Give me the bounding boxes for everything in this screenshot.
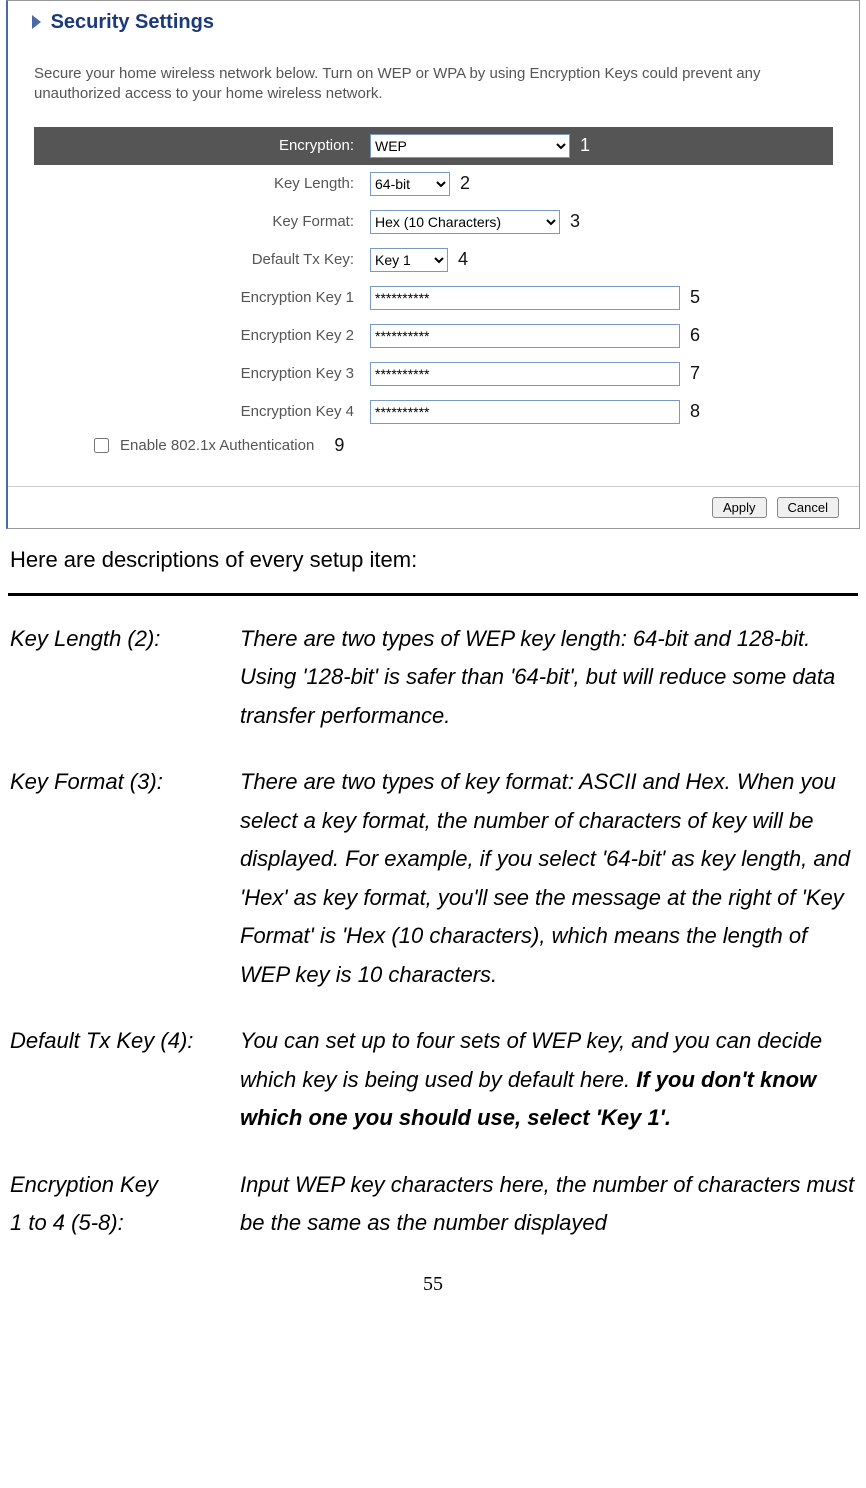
term-default-tx: Default Tx Key (4): [10, 1022, 240, 1138]
term-encryption-keys: Encryption Key 1 to 4 (5-8): [10, 1166, 240, 1243]
label-key4: Encryption Key 4 [34, 403, 370, 420]
panel-intro-text: Secure your home wireless network below.… [8, 40, 859, 115]
label-key1: Encryption Key 1 [34, 289, 370, 306]
encryption-select[interactable]: WEP [370, 134, 570, 158]
cancel-button[interactable]: Cancel [777, 497, 839, 518]
apply-button[interactable]: Apply [712, 497, 767, 518]
key3-input[interactable] [370, 362, 680, 386]
settings-form: Encryption: WEP 1 Key Length: 64-bit [34, 127, 833, 474]
label-enable-8021x: Enable 802.1x Authentication [120, 437, 314, 454]
callout-6: 6 [690, 325, 700, 346]
row-key1: Encryption Key 1 5 [34, 279, 833, 317]
label-default-tx: Default Tx Key: [34, 251, 370, 268]
key1-input[interactable] [370, 286, 680, 310]
callout-9: 9 [334, 435, 344, 456]
panel-title-text: Security Settings [51, 11, 214, 33]
desc-default-tx: Default Tx Key (4): You can set up to fo… [10, 1022, 856, 1138]
label-key-format: Key Format: [34, 213, 370, 230]
label-key-length: Key Length: [34, 175, 370, 192]
row-key4: Encryption Key 4 8 [34, 393, 833, 431]
text-default-tx: You can set up to four sets of WEP key, … [240, 1022, 856, 1138]
text-key-format: There are two types of key format: ASCII… [240, 763, 856, 994]
callout-1: 1 [580, 135, 590, 156]
row-default-tx: Default Tx Key: Key 1 4 [34, 241, 833, 279]
term-key-format: Key Format (3): [10, 763, 240, 994]
row-key-format: Key Format: Hex (10 Characters) 3 [34, 203, 833, 241]
callout-2: 2 [460, 173, 470, 194]
desc-encryption-keys: Encryption Key 1 to 4 (5-8): Input WEP k… [10, 1166, 856, 1243]
key2-input[interactable] [370, 324, 680, 348]
callout-4: 4 [458, 249, 468, 270]
key-format-select[interactable]: Hex (10 Characters) [370, 210, 560, 234]
callout-8: 8 [690, 401, 700, 422]
key-length-select[interactable]: 64-bit [370, 172, 450, 196]
callout-7: 7 [690, 363, 700, 384]
row-auth: Enable 802.1x Authentication 9 [34, 431, 833, 474]
divider [8, 593, 858, 596]
row-key2: Encryption Key 2 6 [34, 317, 833, 355]
text-key-length: There are two types of WEP key length: 6… [240, 620, 856, 736]
enable-8021x-checkbox[interactable] [94, 438, 109, 453]
label-encryption: Encryption: [34, 137, 370, 154]
row-key3: Encryption Key 3 7 [34, 355, 833, 393]
title-marker-icon [32, 15, 41, 29]
label-key2: Encryption Key 2 [34, 327, 370, 344]
text-encryption-keys: Input WEP key characters here, the numbe… [240, 1166, 856, 1243]
callout-3: 3 [570, 211, 580, 232]
panel-title: Security Settings [8, 5, 859, 40]
term-key-length: Key Length (2): [10, 620, 240, 736]
security-settings-screenshot: Security Settings Secure your home wirel… [6, 0, 860, 529]
button-row: Apply Cancel [8, 486, 859, 528]
default-tx-select[interactable]: Key 1 [370, 248, 448, 272]
label-key3: Encryption Key 3 [34, 365, 370, 382]
row-key-length: Key Length: 64-bit 2 [34, 165, 833, 203]
lead-text: Here are descriptions of every setup ite… [10, 543, 856, 577]
desc-key-length: Key Length (2): There are two types of W… [10, 620, 856, 736]
key4-input[interactable] [370, 400, 680, 424]
row-encryption: Encryption: WEP 1 [34, 127, 833, 165]
callout-5: 5 [690, 287, 700, 308]
desc-key-format: Key Format (3): There are two types of k… [10, 763, 856, 994]
page-number: 55 [6, 1273, 860, 1296]
